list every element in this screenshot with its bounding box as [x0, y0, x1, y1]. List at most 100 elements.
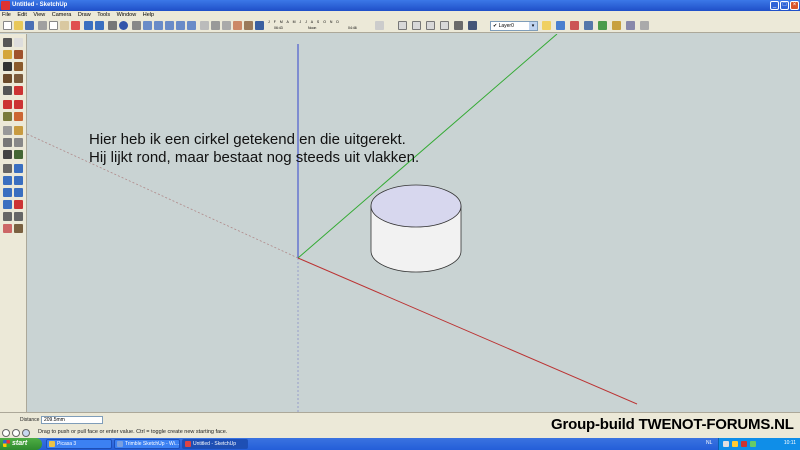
right-box-icon[interactable]: [440, 21, 449, 30]
menu-view[interactable]: View: [33, 12, 45, 18]
push-pull-icon[interactable]: [3, 100, 12, 109]
layer-dropdown[interactable]: ✔ Layer0 ▾: [490, 21, 538, 31]
iso-box-icon[interactable]: [398, 21, 407, 30]
left-view-icon[interactable]: [187, 21, 196, 30]
maximize-button[interactable]: □: [780, 1, 789, 10]
cylinder-top-face[interactable]: [370, 184, 462, 228]
credits-icon[interactable]: [12, 429, 20, 437]
right-view-icon[interactable]: [165, 21, 174, 30]
open-icon[interactable]: [14, 21, 23, 30]
follow-me-icon[interactable]: [3, 112, 12, 121]
title-bar[interactable]: Untitled - SketchUp _ □ ×: [0, 0, 800, 11]
tape-measure-icon[interactable]: [14, 126, 23, 135]
components-icon[interactable]: [556, 21, 565, 30]
shadows-icon[interactable]: [255, 21, 264, 30]
shaded-icon[interactable]: [233, 21, 242, 30]
print-icon[interactable]: [108, 21, 117, 30]
circle-icon[interactable]: [14, 62, 23, 71]
menu-camera[interactable]: Camera: [52, 12, 72, 18]
polygon-icon[interactable]: [14, 74, 23, 83]
freehand-icon[interactable]: [3, 86, 12, 95]
rectangle-icon[interactable]: [14, 50, 23, 59]
menu-draw[interactable]: Draw: [78, 12, 91, 18]
menu-tools[interactable]: Tools: [97, 12, 110, 18]
zoom-window-icon[interactable]: [3, 188, 12, 197]
line-icon[interactable]: [3, 62, 12, 71]
section-plane-icon[interactable]: [3, 224, 12, 233]
select-icon[interactable]: [3, 38, 12, 47]
close-button[interactable]: ×: [790, 1, 799, 10]
add-location-icon[interactable]: [612, 21, 621, 30]
move-icon[interactable]: [14, 86, 23, 95]
protractor-icon[interactable]: [14, 138, 23, 147]
google-earth-icon[interactable]: [598, 21, 607, 30]
menu-edit[interactable]: Edit: [17, 12, 26, 18]
3d-text-icon[interactable]: [3, 164, 12, 173]
paste-icon[interactable]: [60, 21, 69, 30]
help-icon[interactable]: [22, 429, 30, 437]
dimension-icon[interactable]: [3, 138, 12, 147]
zoom-icon[interactable]: [14, 176, 23, 185]
axes-icon[interactable]: [14, 150, 23, 159]
arc-icon[interactable]: [3, 74, 12, 83]
back-view-icon[interactable]: [176, 21, 185, 30]
undo-icon[interactable]: [84, 21, 93, 30]
viewport-canvas[interactable]: [27, 34, 800, 412]
walk-icon[interactable]: [3, 212, 12, 221]
eraser-icon[interactable]: [14, 38, 23, 47]
copy-icon[interactable]: [49, 21, 58, 30]
top-box-icon[interactable]: [412, 21, 421, 30]
update-icon[interactable]: [750, 441, 756, 447]
orbit-icon[interactable]: [14, 164, 23, 173]
previous-view-icon[interactable]: [3, 200, 12, 209]
geo-location-icon[interactable]: [2, 429, 10, 437]
paint-bucket-icon[interactable]: [3, 50, 12, 59]
month-slider[interactable]: J F M A M J J A S O N D: [268, 20, 340, 24]
hidden-line-icon[interactable]: [222, 21, 231, 30]
taskbar-item-picasa[interactable]: Picasa 3: [46, 439, 112, 449]
text-icon[interactable]: [3, 150, 12, 159]
back-box-icon[interactable]: [454, 21, 463, 30]
save-icon[interactable]: [25, 21, 34, 30]
photo-textures-icon[interactable]: [640, 21, 649, 30]
minimize-button[interactable]: _: [770, 1, 779, 10]
taskbar-item-sketchup[interactable]: Untitled - SketchUp: [182, 439, 248, 449]
start-button[interactable]: start: [0, 438, 42, 450]
network-icon[interactable]: [723, 441, 729, 447]
erase-icon[interactable]: [71, 21, 80, 30]
model-viewport[interactable]: Hier heb ik een cirkel getekend en die u…: [27, 34, 800, 412]
menu-window[interactable]: Window: [117, 12, 137, 18]
top-view-icon[interactable]: [143, 21, 152, 30]
rotate-icon[interactable]: [14, 100, 23, 109]
iso-view-icon[interactable]: [132, 21, 141, 30]
sandbox-icon[interactable]: [14, 224, 23, 233]
redo-icon[interactable]: [95, 21, 104, 30]
position-camera-icon[interactable]: [14, 200, 23, 209]
taskbar-item-trimble[interactable]: Trimble SketchUp - Wi...: [114, 439, 180, 449]
fog-icon[interactable]: [375, 21, 384, 30]
pan-icon[interactable]: [3, 176, 12, 185]
menu-file[interactable]: File: [2, 12, 11, 18]
volume-icon[interactable]: [732, 441, 738, 447]
zoom-extents-icon[interactable]: [14, 188, 23, 197]
toggle-terrain-icon[interactable]: [626, 21, 635, 30]
scale-icon[interactable]: [14, 112, 23, 121]
get-models-icon[interactable]: [570, 21, 579, 30]
left-box-icon[interactable]: [468, 21, 477, 30]
measurements-input[interactable]: 209.5mm: [41, 416, 103, 424]
cut-icon[interactable]: [38, 21, 47, 30]
share-model-icon[interactable]: [584, 21, 593, 30]
menu-help[interactable]: Help: [143, 12, 154, 18]
layer-manager-icon[interactable]: [542, 21, 551, 30]
xray-icon[interactable]: [200, 21, 209, 30]
security-icon[interactable]: [741, 441, 747, 447]
wireframe-icon[interactable]: [211, 21, 220, 30]
offset-icon[interactable]: [3, 126, 12, 135]
textured-icon[interactable]: [244, 21, 253, 30]
model-info-icon[interactable]: [119, 21, 128, 30]
front-box-icon[interactable]: [426, 21, 435, 30]
new-icon[interactable]: [3, 21, 12, 30]
front-view-icon[interactable]: [154, 21, 163, 30]
look-around-icon[interactable]: [14, 212, 23, 221]
language-indicator[interactable]: NL: [706, 440, 712, 446]
